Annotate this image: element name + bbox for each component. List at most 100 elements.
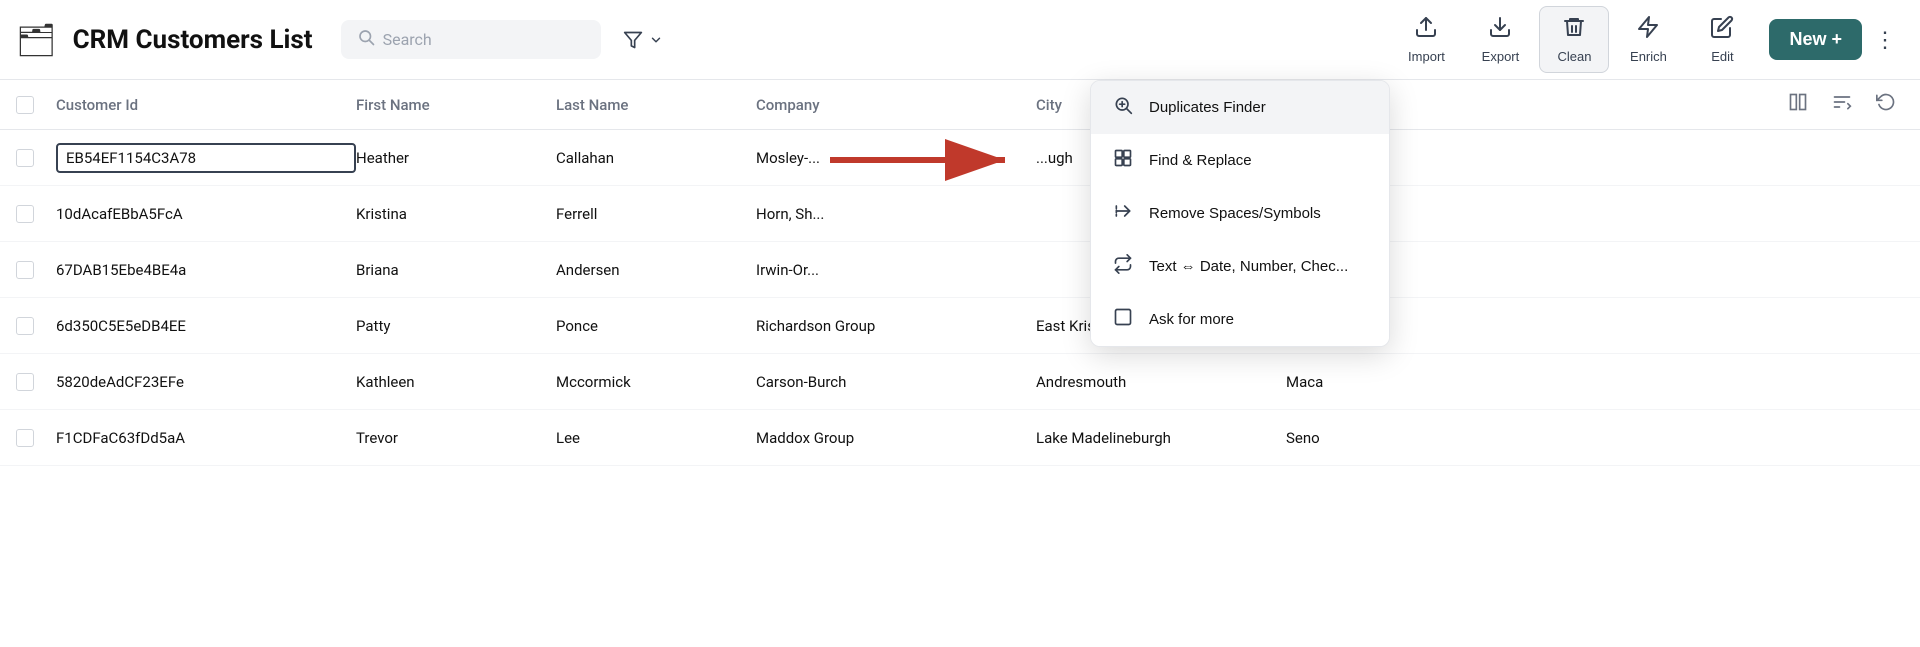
cell-last-name: Mccormick (556, 373, 756, 391)
table-row[interactable]: 5820deAdCF23EFe Kathleen Mccormick Carso… (0, 354, 1920, 410)
text-convert-label: Text ⇔ Date, Number, Chec... (1149, 258, 1348, 275)
column-layout-button[interactable] (1780, 88, 1816, 121)
edit-button[interactable]: Edit (1687, 7, 1757, 72)
cell-city: Andresmouth (1036, 373, 1286, 391)
duplicates-finder-item[interactable]: Duplicates Finder (1091, 81, 1389, 134)
cell-customer-id: 5820deAdCF23EFe (56, 373, 356, 391)
remove-spaces-icon (1111, 201, 1135, 226)
table-row[interactable]: EB54EF1154C3A78 Heather Callahan Mosley-… (0, 130, 1920, 186)
cell-city: Lake Madelineburgh (1036, 429, 1286, 447)
cell-customer-id: EB54EF1154C3A78 (56, 143, 356, 173)
remove-spaces-item[interactable]: Remove Spaces/Symbols (1091, 187, 1389, 240)
clean-dropdown-menu: Duplicates Finder Find & Replace Remove … (1090, 80, 1390, 347)
search-placeholder: Search (383, 30, 432, 49)
find-replace-icon (1111, 148, 1135, 173)
export-label: Export (1482, 49, 1520, 64)
ask-more-label: Ask for more (1149, 311, 1234, 328)
export-button[interactable]: Export (1465, 7, 1535, 72)
col-header-first-name: First Name (356, 96, 556, 114)
search-box[interactable]: Search (341, 20, 601, 59)
duplicates-finder-icon (1111, 95, 1135, 120)
duplicates-finder-label: Duplicates Finder (1149, 99, 1266, 116)
edit-label: Edit (1711, 49, 1733, 64)
row-checkbox[interactable] (16, 261, 34, 279)
row-checkbox[interactable] (16, 317, 34, 335)
col-header-company: Company (756, 96, 1036, 114)
cell-customer-id: 10dAcafEBbA5FcA (56, 205, 356, 223)
ask-more-item[interactable]: Ask for more (1091, 293, 1389, 346)
edit-icon (1710, 15, 1734, 45)
table-header: Customer Id First Name Last Name Company… (0, 80, 1920, 130)
clean-icon (1562, 15, 1586, 45)
col-header-customer-id: Customer Id (56, 96, 356, 114)
import-button[interactable]: Import (1391, 7, 1461, 72)
select-all-checkbox[interactable] (16, 96, 34, 114)
enrich-label: Enrich (1630, 49, 1667, 64)
cell-first-name: Trevor (356, 429, 556, 447)
cell-first-name: Heather (356, 149, 556, 167)
cell-company: Horn, Sh... (756, 205, 1036, 223)
row-checkbox[interactable] (16, 149, 34, 167)
history-button[interactable] (1868, 88, 1904, 121)
table-row[interactable]: 6d350C5E5eDB4EE Patty Ponce Richardson G… (0, 298, 1920, 354)
filter-button[interactable] (613, 22, 673, 58)
cell-country: Maca (1286, 373, 1904, 391)
row-checkbox-col (16, 205, 56, 223)
cell-company: Mosley-... (756, 149, 1036, 167)
row-checkbox-col (16, 373, 56, 391)
enrich-button[interactable]: Enrich (1613, 7, 1683, 72)
app-icon: 🗂 (16, 21, 57, 59)
filter-icon (623, 30, 643, 50)
cell-country: Seno (1286, 429, 1904, 447)
row-checkbox[interactable] (16, 429, 34, 447)
cell-last-name: Andersen (556, 261, 756, 279)
find-replace-item[interactable]: Find & Replace (1091, 134, 1389, 187)
find-replace-label: Find & Replace (1149, 152, 1252, 169)
import-label: Import (1408, 49, 1445, 64)
cell-customer-id: 6d350C5E5eDB4EE (56, 317, 356, 335)
table-body: EB54EF1154C3A78 Heather Callahan Mosley-… (0, 130, 1920, 466)
table-row[interactable]: 10dAcafEBbA5FcA Kristina Ferrell Horn, S… (0, 186, 1920, 242)
header-checkbox-col (16, 96, 56, 114)
row-checkbox-col (16, 261, 56, 279)
more-icon: ⋮ (1874, 27, 1896, 52)
clean-label: Clean (1557, 49, 1591, 64)
remove-spaces-label: Remove Spaces/Symbols (1149, 205, 1321, 222)
chevron-down-icon (649, 33, 663, 47)
col-header-last-name: Last Name (556, 96, 756, 114)
table-row[interactable]: F1CDFaC63fDd5aA Trevor Lee Maddox Group … (0, 410, 1920, 466)
row-checkbox-col (16, 429, 56, 447)
table-header-controls (1780, 88, 1904, 121)
clean-button[interactable]: Clean (1539, 6, 1609, 73)
text-convert-icon (1111, 254, 1135, 279)
cell-last-name: Ferrell (556, 205, 756, 223)
cell-company: Irwin-Or... (756, 261, 1036, 279)
sort-button[interactable] (1824, 88, 1860, 121)
cell-company: Richardson Group (756, 317, 1036, 335)
cell-first-name: Kristina (356, 205, 556, 223)
row-checkbox[interactable] (16, 205, 34, 223)
new-label: New + (1789, 29, 1842, 50)
toolbar-actions: Import Export Clean (1391, 6, 1904, 73)
more-options-button[interactable]: ⋮ (1866, 19, 1904, 61)
cell-last-name: Ponce (556, 317, 756, 335)
cell-customer-id: F1CDFaC63fDd5aA (56, 429, 356, 447)
row-checkbox-col (16, 149, 56, 167)
row-checkbox[interactable] (16, 373, 34, 391)
new-button[interactable]: New + (1769, 19, 1862, 60)
import-icon (1414, 15, 1438, 45)
cell-first-name: Patty (356, 317, 556, 335)
cell-last-name: Callahan (556, 149, 756, 167)
search-icon (357, 28, 375, 51)
cell-first-name: Kathleen (356, 373, 556, 391)
export-icon (1488, 15, 1512, 45)
toolbar: 🗂 CRM Customers List Search Import (0, 0, 1920, 80)
cell-customer-id: 67DAB15Ebe4BE4a (56, 261, 356, 279)
ask-more-icon (1111, 307, 1135, 332)
cell-last-name: Lee (556, 429, 756, 447)
row-checkbox-col (16, 317, 56, 335)
text-convert-item[interactable]: Text ⇔ Date, Number, Chec... (1091, 240, 1389, 293)
cell-first-name: Briana (356, 261, 556, 279)
table-row[interactable]: 67DAB15Ebe4BE4a Briana Andersen Irwin-Or… (0, 242, 1920, 298)
enrich-icon (1636, 15, 1660, 45)
